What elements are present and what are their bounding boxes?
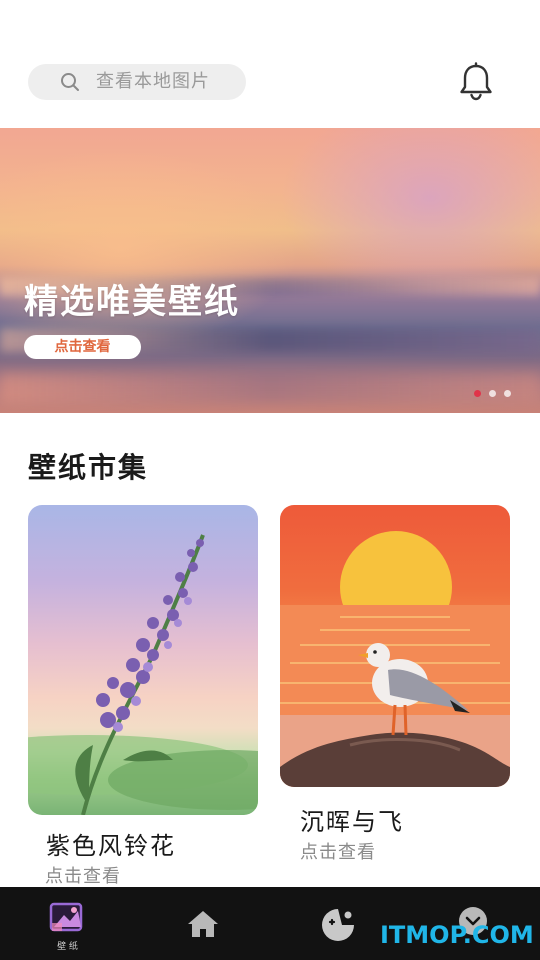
banner-glow	[280, 128, 540, 298]
banner-title: 精选唯美壁纸	[24, 282, 240, 322]
card-image-sunset[interactable]	[280, 505, 510, 787]
card-title[interactable]: 紫色风铃花	[46, 826, 176, 861]
banner-view-button[interactable]: 点击查看	[24, 335, 141, 359]
search-icon	[61, 73, 79, 91]
carousel-indicator	[474, 390, 511, 397]
lavender-flower-image	[28, 534, 258, 815]
card-subtitle[interactable]: 点击查看	[300, 838, 376, 864]
bell-icon[interactable]	[458, 62, 494, 102]
tab-label: 壁 纸	[57, 942, 78, 952]
carousel-dot-active[interactable]	[474, 390, 481, 397]
game-icon	[322, 909, 354, 941]
top-bar: 查看本地图片	[0, 0, 540, 128]
card-image-lavender[interactable]	[28, 505, 258, 815]
banner-sea-streak	[0, 373, 540, 403]
carousel-dot[interactable]	[489, 390, 496, 397]
card-subtitle[interactable]: 点击查看	[45, 862, 121, 888]
wallpaper-icon	[49, 902, 83, 932]
home-icon	[188, 911, 218, 937]
watermark-text: ITMOP.COM	[380, 921, 534, 949]
search-placeholder: 查看本地图片	[96, 71, 210, 92]
tab-home[interactable]	[135, 887, 270, 960]
section-title: 壁纸市集	[28, 451, 149, 484]
carousel-dot[interactable]	[504, 390, 511, 397]
banner-carousel[interactable]: 精选唯美壁纸 点击查看	[0, 128, 540, 413]
search-bar[interactable]: 查看本地图片	[28, 64, 246, 100]
tab-wallpaper[interactable]: 壁 纸	[0, 887, 135, 960]
sunset-seagull-image	[280, 531, 510, 787]
card-title[interactable]: 沉晖与飞	[300, 802, 404, 837]
